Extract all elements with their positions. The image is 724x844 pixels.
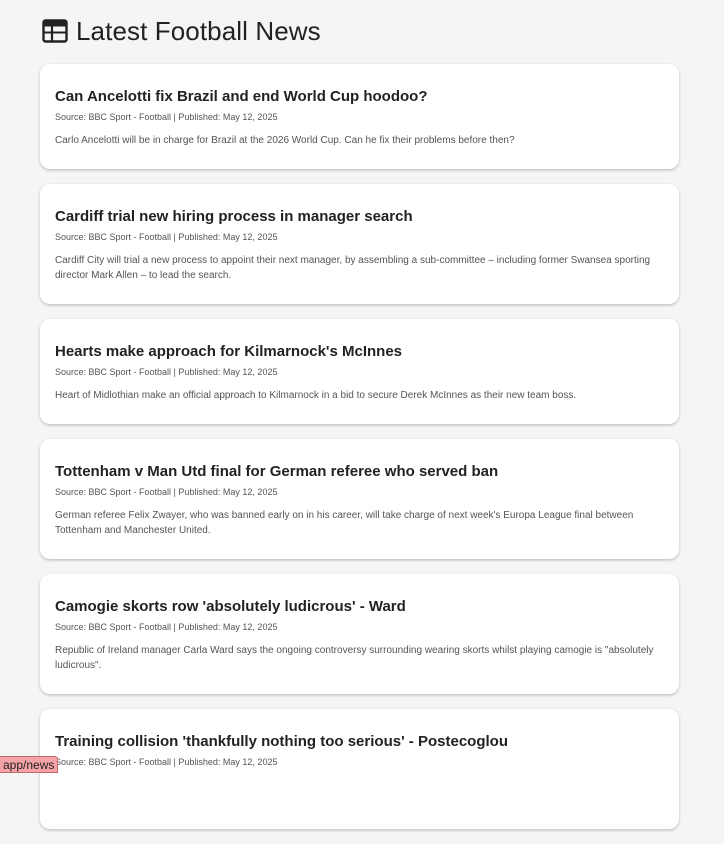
news-summary: German referee Felix Zwayer, who was ban…: [55, 510, 634, 536]
news-title[interactable]: Cardiff trial new hiring process in mana…: [55, 208, 664, 226]
news-title[interactable]: Training collision 'thankfully nothing t…: [55, 733, 664, 751]
news-title[interactable]: Camogie skorts row 'absolutely ludicrous…: [55, 598, 664, 616]
news-card[interactable]: Training collision 'thankfully nothing t…: [40, 709, 679, 829]
news-title[interactable]: Can Ancelotti fix Brazil and end World C…: [55, 88, 664, 106]
news-summary: Carlo Ancelotti will be in charge for Br…: [55, 135, 515, 146]
news-meta: Source: BBC Sport - Football | Published…: [55, 367, 278, 377]
page-header: Latest Football News: [42, 15, 321, 47]
news-title[interactable]: Tottenham v Man Utd final for German ref…: [55, 463, 664, 481]
news-feed: Can Ancelotti fix Brazil and end World C…: [40, 64, 679, 844]
news-meta: Source: BBC Sport - Football | Published…: [55, 757, 278, 767]
news-summary: Cardiff City will trial a new process to…: [55, 255, 651, 281]
news-card[interactable]: Hearts make approach for Kilmarnock's Mc…: [40, 319, 679, 424]
news-summary: Heart of Midlothian make an official app…: [55, 390, 577, 401]
news-summary: Republic of Ireland manager Carla Ward s…: [55, 645, 654, 671]
page-title: Latest Football News: [76, 15, 321, 46]
news-meta: Source: BBC Sport - Football | Published…: [55, 112, 278, 122]
news-title[interactable]: Hearts make approach for Kilmarnock's Mc…: [55, 343, 664, 361]
news-card[interactable]: Tottenham v Man Utd final for German ref…: [40, 439, 679, 559]
news-card[interactable]: Can Ancelotti fix Brazil and end World C…: [40, 64, 679, 169]
news-card[interactable]: Camogie skorts row 'absolutely ludicrous…: [40, 574, 679, 694]
status-url-tag: app/news: [0, 756, 59, 773]
news-card[interactable]: Cardiff trial new hiring process in mana…: [40, 184, 679, 304]
news-meta: Source: BBC Sport - Football | Published…: [55, 232, 278, 242]
newspaper-icon: [42, 19, 68, 43]
news-meta: Source: BBC Sport - Football | Published…: [55, 487, 278, 497]
news-meta: Source: BBC Sport - Football | Published…: [55, 622, 278, 632]
